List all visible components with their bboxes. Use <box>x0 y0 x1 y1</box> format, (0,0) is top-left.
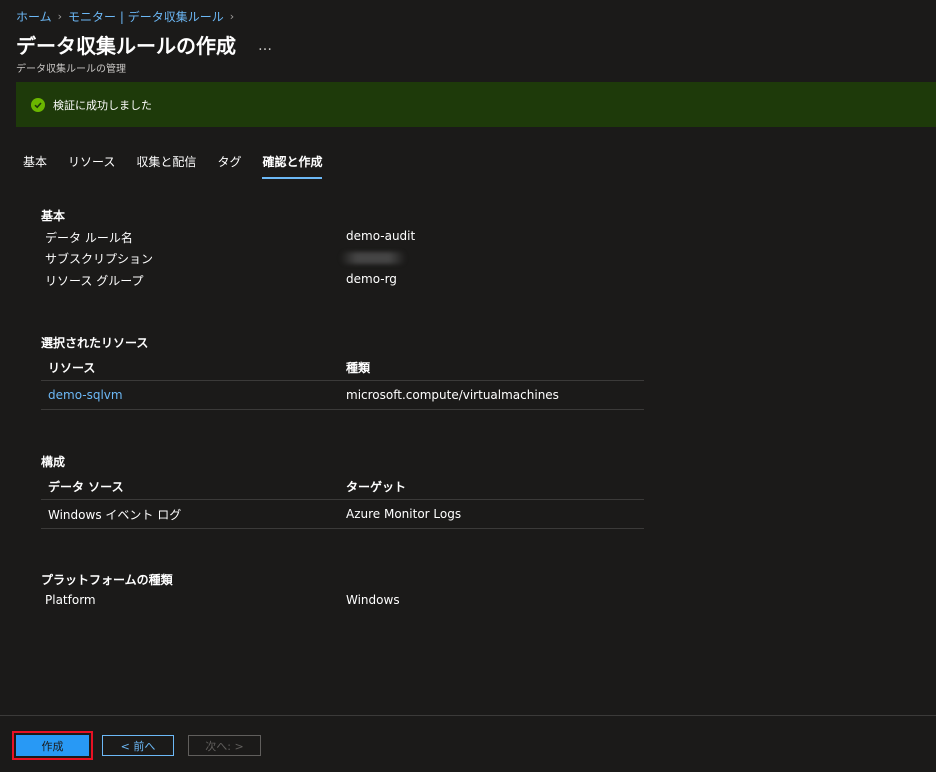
subscription-label: サブスクリプション <box>45 252 154 266</box>
resource-group-label: リソース グループ <box>45 274 144 288</box>
create-button[interactable]: 作成 <box>16 735 89 756</box>
tab-tags[interactable]: タグ <box>217 153 241 179</box>
rule-name-label: データ ルール名 <box>45 231 133 245</box>
banner-text: 検証に成功しました <box>53 98 152 112</box>
resource-group-value: demo-rg <box>346 272 397 286</box>
subscription-value-redacted <box>340 252 406 264</box>
create-button-highlight: 作成 <box>12 731 93 760</box>
platform-label: Platform <box>45 593 96 607</box>
breadcrumb: ホーム › モニター | データ収集ルール › <box>16 8 240 25</box>
tab-bar: 基本 リソース 収集と配信 タグ 確認と作成 <box>23 153 343 179</box>
rule-name-value: demo-audit <box>346 229 416 243</box>
resources-section-title: 選択されたリソース <box>41 336 149 350</box>
previous-button[interactable]: < 前へ <box>102 735 174 756</box>
breadcrumb-home-link[interactable]: ホーム <box>16 8 52 25</box>
target-cell: Azure Monitor Logs <box>346 507 462 521</box>
validation-success-banner: 検証に成功しました <box>16 82 936 127</box>
check-circle-icon <box>31 97 45 112</box>
column-header-data-source: データ ソース <box>48 479 124 494</box>
tab-basics[interactable]: 基本 <box>23 153 47 179</box>
breadcrumb-monitor-link[interactable]: モニター | データ収集ルール <box>68 8 224 25</box>
tab-collect-deliver[interactable]: 収集と配信 <box>136 153 196 179</box>
page-title: データ収集ルールの作成 <box>16 34 236 58</box>
resources-table: リソース 種類 demo-sqlvm microsoft.compute/vir… <box>41 354 644 410</box>
table-row: demo-sqlvm microsoft.compute/virtualmach… <box>41 381 644 410</box>
chevron-right-icon: › <box>57 10 63 23</box>
tab-resources[interactable]: リソース <box>68 153 115 179</box>
column-header-type: 種類 <box>346 360 371 375</box>
data-source-cell: Windows イベント ログ <box>48 507 182 522</box>
chevron-right-icon: › <box>229 10 235 23</box>
platform-value: Windows <box>346 593 400 607</box>
basics-section-title: 基本 <box>41 209 66 223</box>
resource-link[interactable]: demo-sqlvm <box>48 388 123 402</box>
column-header-resource: リソース <box>48 360 96 375</box>
table-header: リソース 種類 <box>41 354 644 381</box>
resource-type-cell: microsoft.compute/virtualmachines <box>346 388 559 402</box>
platform-section-title: プラットフォームの種類 <box>41 573 173 587</box>
page-subtitle: データ収集ルールの管理 <box>16 64 126 75</box>
next-button[interactable]: 次へ: > <box>188 735 261 756</box>
table-row: Windows イベント ログ Azure Monitor Logs <box>41 500 644 529</box>
title-row: データ収集ルールの作成 … <box>16 30 273 59</box>
footer-bar: 作成 < 前へ 次へ: > <box>0 715 936 772</box>
config-table: データ ソース ターゲット Windows イベント ログ Azure Moni… <box>41 473 644 529</box>
table-header: データ ソース ターゲット <box>41 473 644 500</box>
column-header-target: ターゲット <box>346 479 407 494</box>
config-section-title: 構成 <box>41 455 66 469</box>
tab-review-create[interactable]: 確認と作成 <box>262 153 323 179</box>
more-options-icon[interactable]: … <box>258 38 273 54</box>
